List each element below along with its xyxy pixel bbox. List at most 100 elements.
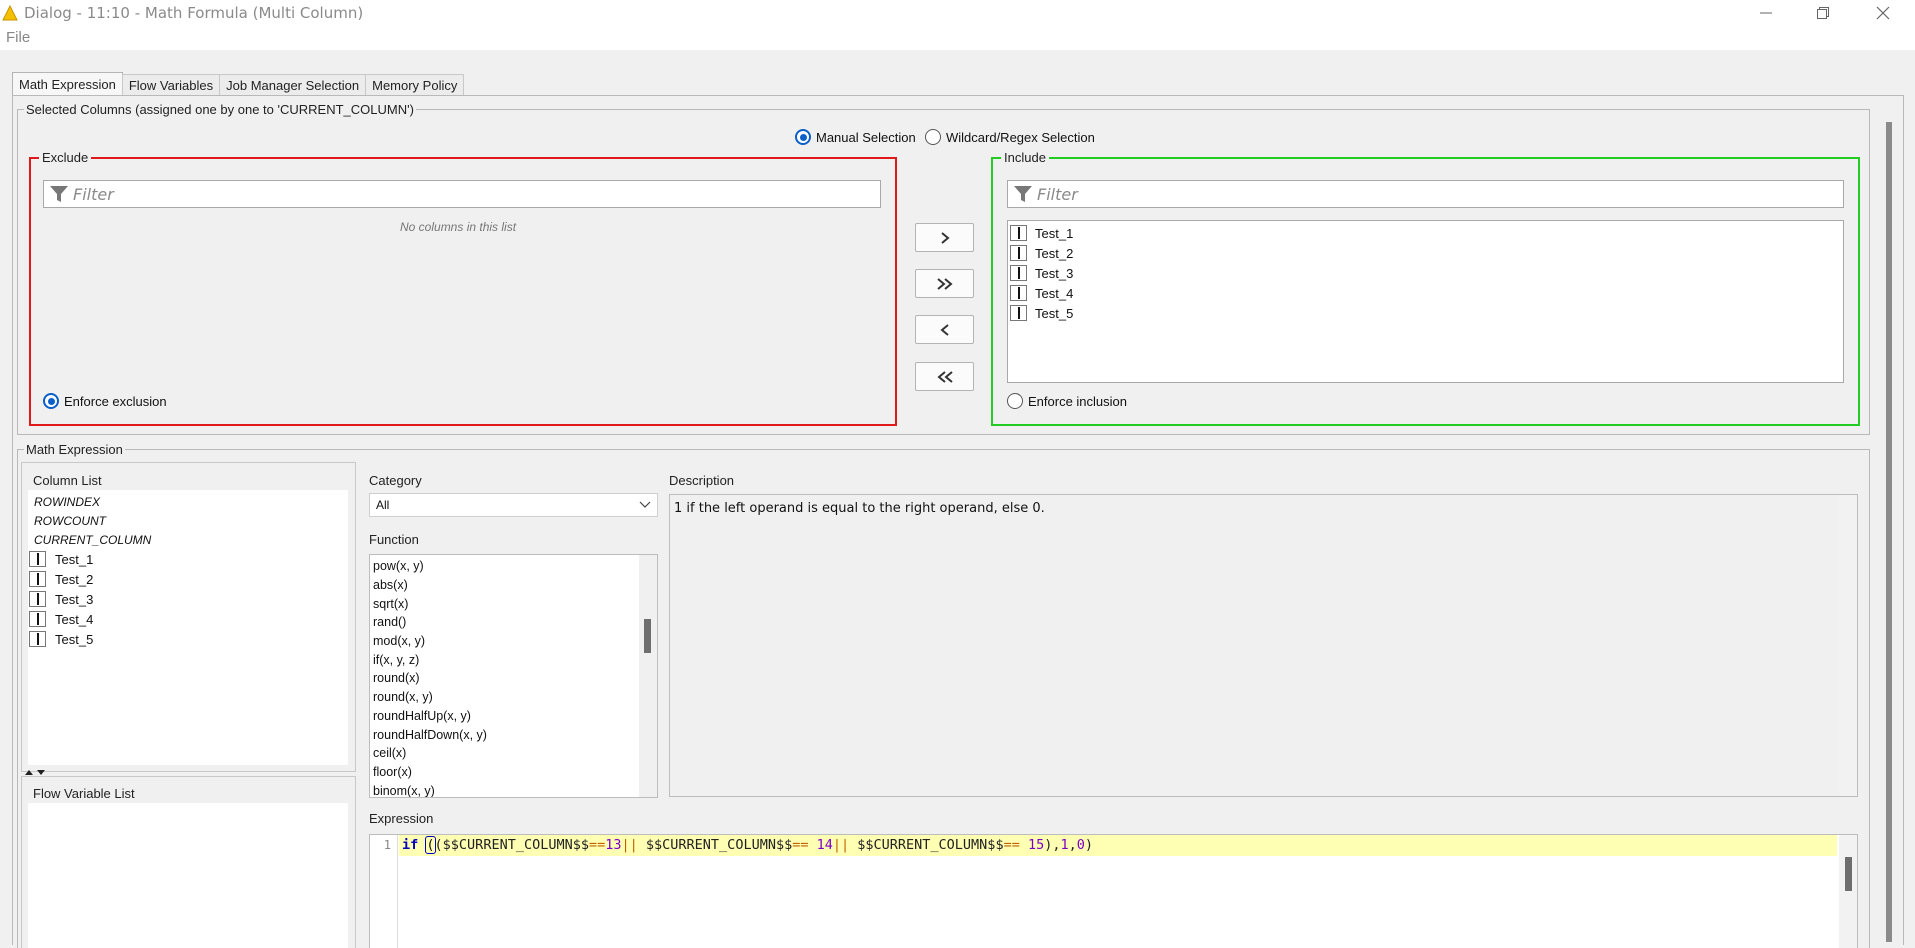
double-chevron-left-icon <box>936 370 953 383</box>
column-type-icon <box>29 611 46 627</box>
manual-selection-radio[interactable]: Manual Selection <box>795 129 916 145</box>
radio-unselected-indicator <box>925 129 941 145</box>
list-item[interactable]: round(x, y) <box>370 688 657 707</box>
list-item[interactable]: Test_2 <box>1010 243 1843 263</box>
function-label: Function <box>369 532 419 547</box>
enforce-exclusion-label: Enforce exclusion <box>64 393 167 409</box>
exclude-filter-input[interactable] <box>73 184 826 204</box>
wildcard-selection-radio[interactable]: Wildcard/Regex Selection <box>925 129 1095 145</box>
list-item[interactable]: Test_4 <box>28 609 348 629</box>
list-item[interactable]: sqrt(x) <box>370 594 657 613</box>
function-list: pow(x, y) abs(x) sqrt(x) rand() mod(x, y… <box>369 554 658 798</box>
list-item[interactable]: abs(x) <box>370 576 657 595</box>
expression-editor[interactable]: 1 if (($$CURRENT_COLUMN$$==13|| $$CURREN… <box>369 834 1858 948</box>
tab-bar: Math Expression Flow Variables Job Manag… <box>12 72 465 96</box>
enforce-inclusion-label: Enforce inclusion <box>1028 393 1127 409</box>
dialog-scrollbar-thumb[interactable] <box>1886 122 1892 942</box>
list-item[interactable]: ceil(x) <box>370 744 657 763</box>
code-number: 1 <box>1060 837 1069 853</box>
dialog-scrollbar[interactable] <box>1883 110 1895 945</box>
tab-flow-variables[interactable]: Flow Variables <box>121 74 221 96</box>
include-filter-input[interactable] <box>1037 184 1789 204</box>
expression-code[interactable]: if (($$CURRENT_COLUMN$$==13|| $$CURRENT_… <box>402 836 1093 854</box>
description-scrollbar[interactable] <box>1839 495 1857 796</box>
list-item[interactable]: roundHalfUp(x, y) <box>370 707 657 726</box>
enforce-exclusion-radio[interactable]: Enforce exclusion <box>43 393 167 409</box>
expression-scrollbar-thumb[interactable] <box>1845 857 1852 891</box>
list-item[interactable]: binom(x, y) <box>370 781 657 797</box>
list-item[interactable]: Test_3 <box>1010 263 1843 283</box>
include-filter <box>1007 180 1844 208</box>
expression-scrollbar[interactable] <box>1839 835 1857 948</box>
function-list-scrollbar[interactable] <box>639 555 657 797</box>
split-arrows-icon[interactable] <box>24 768 48 776</box>
code-operator: || <box>621 837 638 853</box>
flow-variable-list <box>28 803 348 948</box>
list-item[interactable]: ROWINDEX <box>28 492 348 511</box>
list-item[interactable]: Test_4 <box>1010 283 1843 303</box>
column-type-icon <box>29 631 46 647</box>
enforce-inclusion-radio[interactable]: Enforce inclusion <box>1007 393 1127 409</box>
code-keyword: if <box>402 837 419 853</box>
tab-memory-policy[interactable]: Memory Policy <box>365 74 465 96</box>
restore-button[interactable] <box>1800 0 1846 25</box>
list-item[interactable]: Test_5 <box>28 629 348 649</box>
tab-math-expression[interactable]: Math Expression <box>12 72 123 96</box>
code-token: ($$CURRENT_COLUMN$$ <box>434 837 589 853</box>
list-item[interactable]: floor(x) <box>370 763 657 782</box>
manual-selection-label: Manual Selection <box>816 129 916 145</box>
column-type-icon <box>29 591 46 607</box>
double-chevron-right-icon <box>936 277 953 290</box>
category-select[interactable]: All <box>369 493 658 517</box>
chevron-down-icon <box>639 501 651 508</box>
menu-file[interactable]: File <box>6 29 30 46</box>
exclude-empty-text: No columns in this list <box>400 220 517 234</box>
column-list-title: Column List <box>33 473 102 488</box>
funnel-icon <box>50 186 68 202</box>
list-item[interactable]: ROWCOUNT <box>28 511 348 530</box>
add-button[interactable] <box>915 223 974 252</box>
tab-job-manager-selection[interactable]: Job Manager Selection <box>219 74 367 96</box>
chevron-right-icon <box>940 231 950 244</box>
code-operator: == <box>1003 837 1020 853</box>
list-item[interactable]: rand() <box>370 613 657 632</box>
minimize-button[interactable] <box>1743 0 1789 25</box>
list-item[interactable]: Test_1 <box>28 549 348 569</box>
list-item[interactable]: Test_2 <box>28 569 348 589</box>
function-list-scrollbar-thumb[interactable] <box>644 619 651 653</box>
code-operator: == <box>588 837 606 853</box>
add-all-button[interactable] <box>915 269 974 298</box>
list-item[interactable]: round(x) <box>370 669 657 688</box>
close-icon <box>1876 6 1890 19</box>
code-operator: || <box>832 837 850 853</box>
remove-all-button[interactable] <box>915 362 974 391</box>
column-type-icon <box>1010 225 1027 241</box>
code-token: $$CURRENT_COLUMN$$ <box>637 837 793 853</box>
code-number: 14 <box>808 837 833 853</box>
remove-button[interactable] <box>915 315 974 344</box>
list-item[interactable]: Test_5 <box>1010 303 1843 323</box>
code-number: 0 <box>1076 837 1085 853</box>
category-label: Category <box>369 473 422 488</box>
line-number: 1 <box>383 838 391 852</box>
exclude-filter <box>43 180 881 208</box>
column-type-icon <box>1010 245 1027 261</box>
list-item[interactable]: if(x, y, z) <box>370 650 657 669</box>
list-item[interactable]: mod(x, y) <box>370 632 657 651</box>
column-type-icon <box>1010 305 1027 321</box>
list-item[interactable]: Test_1 <box>1010 223 1843 243</box>
window-title: Dialog - 11:10 - Math Formula (Multi Col… <box>24 3 364 22</box>
list-item[interactable]: Test_3 <box>28 589 348 609</box>
list-item[interactable]: roundHalfDown(x, y) <box>370 725 657 744</box>
description-text: 1 if the left operand is equal to the ri… <box>674 501 1045 516</box>
restore-icon <box>1817 6 1829 19</box>
math-expression-title: Math Expression <box>26 442 123 457</box>
column-type-icon <box>1010 285 1027 301</box>
close-button[interactable] <box>1860 0 1906 25</box>
list-item[interactable]: CURRENT_COLUMN <box>28 530 348 549</box>
chevron-left-icon <box>939 323 949 336</box>
radio-selected-indicator <box>795 129 811 145</box>
code-operator: == <box>792 837 809 853</box>
list-item[interactable]: pow(x, y) <box>370 557 657 576</box>
column-type-icon <box>1010 265 1027 281</box>
